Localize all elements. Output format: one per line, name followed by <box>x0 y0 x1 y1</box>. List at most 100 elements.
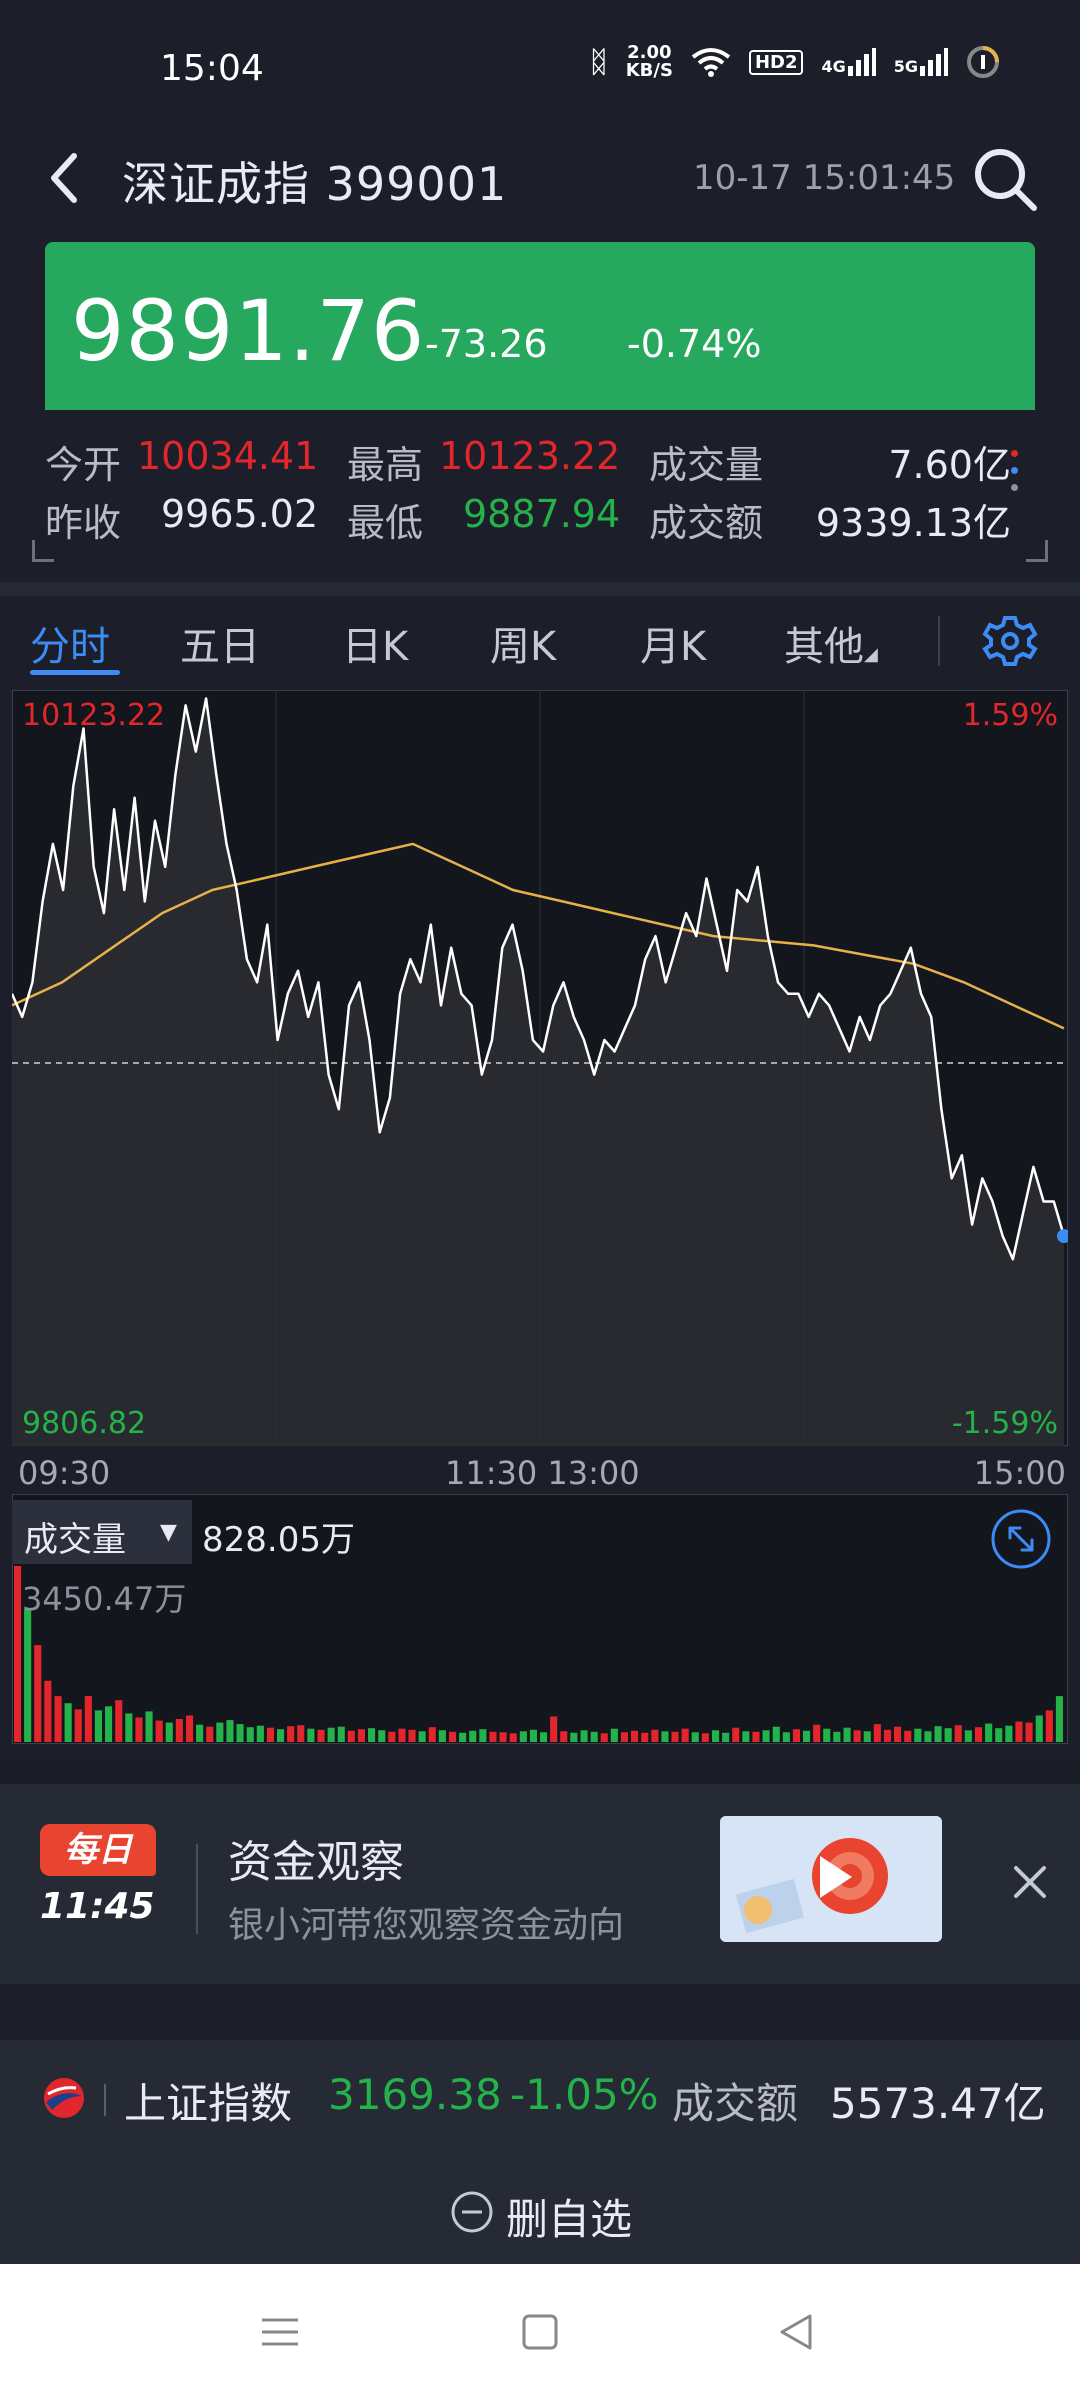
menu-icon[interactable] <box>256 2308 304 2356</box>
chart-tabs: 分时 五日 日K 周K 月K 其他◢ <box>0 596 1080 686</box>
volume-bar <box>1055 1696 1063 1742</box>
volume-bar <box>853 1730 861 1742</box>
volume-bar <box>540 1732 548 1742</box>
volume-bar <box>1045 1710 1053 1742</box>
volume-bar <box>347 1730 355 1742</box>
volume-bar <box>934 1726 942 1742</box>
gap <box>0 1984 1080 2040</box>
volume-bar <box>388 1731 396 1742</box>
prev-close-value: 9965.02 <box>161 492 319 536</box>
badge-time: 11:45 <box>40 1886 155 1927</box>
volume-bar <box>590 1731 598 1742</box>
volume-bar <box>459 1732 467 1742</box>
remove-watchlist-button[interactable]: 删自选 <box>0 2160 1080 2264</box>
tab-other[interactable]: 其他◢ <box>784 614 878 672</box>
volume-bar <box>105 1706 113 1742</box>
volume-bar <box>1035 1715 1043 1742</box>
volume-bar <box>74 1709 82 1742</box>
back-triangle-icon[interactable] <box>772 2308 820 2356</box>
search-icon[interactable] <box>970 144 1040 214</box>
volume-bar <box>610 1728 618 1742</box>
volume-bar <box>44 1680 52 1742</box>
minus-circle-icon <box>451 2191 493 2233</box>
price-box: 9891.76 -73.26 -0.74% <box>45 242 1035 410</box>
volume-bar <box>762 1730 770 1742</box>
remove-watchlist-label: 删自选 <box>506 2195 633 2244</box>
volume-bar <box>499 1732 507 1742</box>
volume-bar <box>125 1713 133 1742</box>
gear-icon[interactable] <box>982 612 1038 668</box>
intraday-chart[interactable] <box>12 690 1068 1446</box>
tab-underline <box>30 670 120 675</box>
ticker-change-pct: -1.05% <box>510 2070 659 2119</box>
status-time: 15:04 <box>160 48 264 89</box>
volume-bar <box>246 1727 254 1742</box>
signal-5g-icon: 5G <box>894 48 948 76</box>
bluetooth-icon: ᛥ <box>589 44 608 80</box>
volume-bar <box>883 1729 891 1742</box>
more-dots-icon[interactable] <box>1011 450 1021 514</box>
volume-bar <box>772 1726 780 1742</box>
tab-weekly-k[interactable]: 周K <box>490 614 556 672</box>
volume-bar <box>418 1731 426 1742</box>
banner-subtitle: 银小河带您观察资金动向 <box>228 1905 625 1946</box>
volume-bar <box>1005 1725 1013 1742</box>
volume-bar <box>327 1727 335 1742</box>
volume-bar <box>620 1732 628 1742</box>
ticker-amount-value: 5573.47亿 <box>830 2079 1046 2128</box>
volume-current-value: 828.05万 <box>202 1520 355 1560</box>
battery-icon <box>967 46 999 78</box>
expand-icon[interactable] <box>990 1508 1052 1570</box>
tab-intraday[interactable]: 分时 <box>30 614 110 672</box>
chart-price-high: 10123.22 <box>22 698 166 733</box>
chart-pct-high: 1.59% <box>962 698 1058 733</box>
volume-bar <box>428 1727 436 1742</box>
close-icon[interactable] <box>1010 1862 1050 1902</box>
volume-bar <box>944 1728 952 1742</box>
back-arrow-icon[interactable] <box>40 148 100 208</box>
home-icon[interactable] <box>516 2308 564 2356</box>
volume-bar <box>206 1726 214 1742</box>
volume-bar <box>378 1730 386 1742</box>
prev-close-label: 昨收 <box>45 501 122 545</box>
volume-bar <box>115 1700 123 1742</box>
time-axis: 09:30 11:30 13:00 15:00 <box>12 1446 1068 1494</box>
volume-bar <box>580 1730 588 1742</box>
volume-bar <box>600 1733 608 1742</box>
time-label-mid: 11:30 13:00 <box>445 1454 640 1492</box>
stats-panel[interactable]: 今开 10034.41 最高 10123.22 成交量 7.60亿 昨收 996… <box>45 430 1035 560</box>
volume-bar <box>266 1727 274 1742</box>
video-thumbnail[interactable] <box>720 1816 942 1942</box>
low-label: 最低 <box>347 501 424 545</box>
volume-bar <box>975 1727 983 1742</box>
volume-bar <box>560 1731 568 1742</box>
status-icons: ᛥ 2.00 KB/S HD2 4G 5G <box>590 44 1000 80</box>
volume-bar <box>398 1728 406 1742</box>
volume-bar <box>175 1719 183 1742</box>
banner-divider <box>196 1844 198 1934</box>
volume-bar <box>519 1731 527 1742</box>
market-ticker[interactable]: 上证指数 3169.38 -1.05% 成交额 5573.47亿 <box>0 2040 1080 2160</box>
hd-icon: HD2 <box>748 49 804 75</box>
high-label: 最高 <box>347 443 424 487</box>
volume-indicator-selector[interactable]: 成交量 ▼ <box>12 1500 192 1564</box>
volume-label: 成交量 <box>649 443 764 487</box>
volume-bar <box>661 1731 669 1742</box>
price-change: -73.26 <box>425 322 548 366</box>
ticker-amount-label: 成交额 <box>672 2079 799 2128</box>
volume-bar <box>631 1730 639 1742</box>
caret-down-icon: ▼ <box>160 1520 177 1545</box>
volume-bar <box>54 1696 62 1742</box>
tab-five-day[interactable]: 五日 <box>180 614 260 672</box>
open-value: 10034.41 <box>137 434 319 478</box>
tab-daily-k[interactable]: 日K <box>342 614 408 672</box>
ticker-name: 上证指数 <box>124 2079 293 2128</box>
volume-bar <box>236 1724 244 1742</box>
volume-bar <box>165 1722 173 1742</box>
ticker-price: 3169.38 <box>328 2070 502 2119</box>
tab-divider <box>938 616 940 666</box>
tab-monthly-k[interactable]: 月K <box>640 614 706 672</box>
volume-bar <box>64 1703 72 1742</box>
volume-bar <box>529 1729 537 1742</box>
promo-banner[interactable]: 每日 11:45 资金观察 银小河带您观察资金动向 <box>0 1784 1080 1984</box>
